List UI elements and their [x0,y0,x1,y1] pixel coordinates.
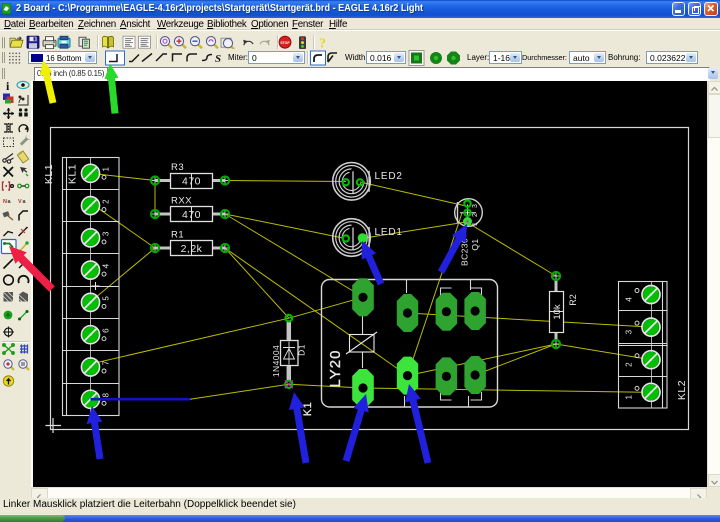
svg-text:S: S [215,53,221,65]
svg-text:STOP: STOP [280,41,290,45]
svg-text:KL1: KL1 [43,164,55,184]
svg-text:4: 4 [625,297,634,302]
svg-text:10k: 10k [552,304,563,320]
svg-text:KL1: KL1 [67,164,79,184]
svg-text:6: 6 [102,328,111,333]
svg-text:1: 1 [625,395,634,400]
svg-text:LED2: LED2 [375,171,403,182]
svg-text:3: 3 [472,204,479,208]
svg-text:470: 470 [182,209,201,221]
svg-text:RXX: RXX [171,196,192,207]
svg-text:470: 470 [182,176,201,188]
svg-text:4: 4 [102,263,111,268]
svg-text:1: 1 [472,222,479,226]
svg-text:7: 7 [102,360,111,365]
svg-text:a: a [8,199,12,205]
svg-text:K1: K1 [302,402,314,416]
svg-text:LY20: LY20 [327,350,344,388]
svg-text:3: 3 [625,329,634,334]
svg-text:2: 2 [472,213,479,217]
svg-text:Q1: Q1 [470,238,480,250]
svg-text:a: a [23,199,27,205]
svg-text:3: 3 [102,231,111,236]
svg-text:N: N [3,199,7,205]
svg-text:D1: D1 [297,344,307,356]
svg-text:V: V [18,199,22,205]
svg-text:?: ? [319,37,326,50]
svg-text:8: 8 [102,393,111,398]
svg-text:2: 2 [102,199,111,204]
svg-text:R2: R2 [568,294,578,306]
svg-text:1N4004: 1N4004 [271,345,281,377]
svg-text:R1: R1 [171,230,184,241]
svg-text:2: 2 [625,362,634,367]
svg-text:R3: R3 [171,162,184,173]
svg-text:1: 1 [102,167,111,172]
svg-text:LED1: LED1 [375,227,403,238]
svg-text:KL2: KL2 [676,380,688,400]
svg-text:2,2k: 2,2k [181,243,203,255]
svg-text:i: i [6,79,10,93]
svg-text:5: 5 [102,296,111,301]
